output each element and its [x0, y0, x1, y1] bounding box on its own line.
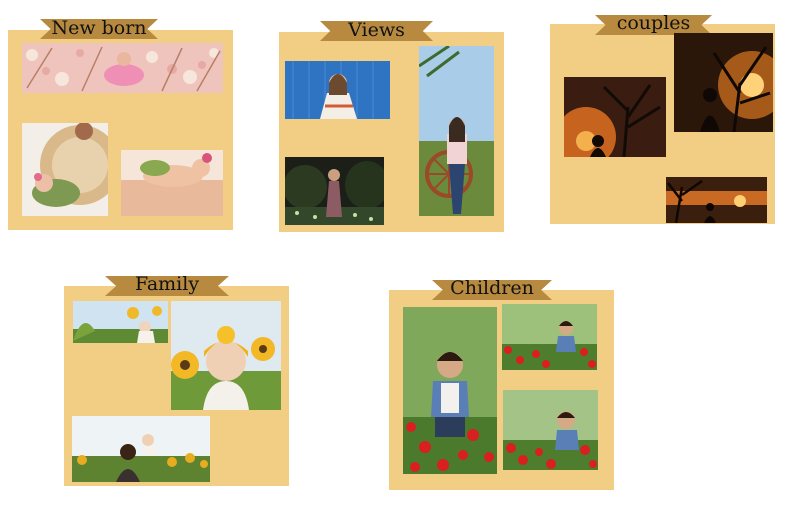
couples-photo-sunset-tree[interactable] [564, 77, 666, 157]
couples-title: couples [616, 12, 691, 34]
family-photo-baby-yellow-turban[interactable] [171, 301, 281, 410]
family-photo-sunflower-field[interactable] [72, 416, 210, 482]
views-photo-blue-wall[interactable] [285, 61, 390, 119]
children-photo-poppies-top[interactable] [502, 304, 597, 370]
couples-photo-golden-sun[interactable] [674, 33, 773, 132]
children-title: Children [450, 277, 534, 299]
newborn-photo-floral-banner[interactable] [22, 43, 223, 93]
views-photo-night-garden[interactable] [285, 157, 384, 225]
couples-photo-horizon[interactable] [666, 177, 767, 223]
views-title: Views [348, 19, 405, 41]
newborn-photo-wicker-basket[interactable] [22, 123, 108, 216]
newborn-photo-lying-down[interactable] [121, 150, 223, 216]
family-title: Family [134, 273, 200, 295]
family-photo-baby-sunflowers-small[interactable] [73, 301, 168, 343]
views-photo-wagon-wheel[interactable] [419, 46, 494, 216]
children-photo-poppies-large[interactable] [403, 307, 497, 474]
children-photo-poppies-bottom[interactable] [503, 390, 598, 470]
newborn-title: New born [51, 17, 147, 39]
